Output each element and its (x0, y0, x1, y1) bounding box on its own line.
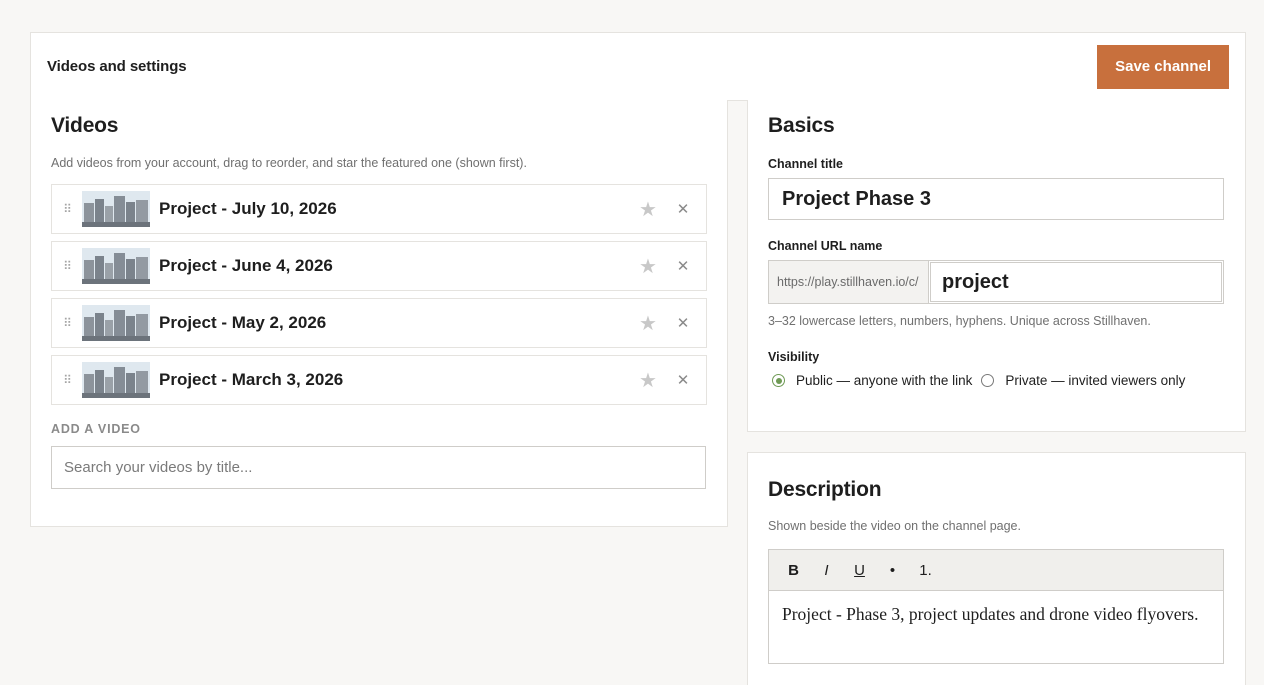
drag-handle-icon[interactable]: ⠿ (52, 259, 82, 273)
video-list: ⠿ Project - July 10, 2026 ★ ✕ ⠿ Project … (51, 184, 707, 405)
visibility-public-label[interactable]: Public — anyone with the link (796, 373, 972, 388)
video-thumbnail (82, 248, 150, 284)
video-thumbnail (82, 191, 150, 227)
basics-card: Basics Channel title Channel URL name ht… (747, 100, 1246, 432)
visibility-public-radio[interactable] (772, 374, 785, 387)
numbered-list-button[interactable]: 1. (909, 562, 942, 579)
header-title: Videos and settings (47, 58, 187, 75)
channel-title-input[interactable] (768, 178, 1224, 220)
video-title: Project - May 2, 2026 (159, 313, 327, 332)
bullet-list-button[interactable]: • (876, 562, 909, 579)
page-header: Videos and settings Save channel (30, 32, 1246, 101)
video-thumbnail (82, 305, 150, 341)
video-title: Project - June 4, 2026 (159, 256, 333, 275)
underline-button[interactable]: U (843, 562, 876, 579)
visibility-private-radio[interactable] (981, 374, 995, 387)
drag-handle-icon[interactable]: ⠿ (52, 202, 82, 216)
visibility-private-label[interactable]: Private — invited viewers only (1005, 373, 1185, 388)
save-channel-button[interactable]: Save channel (1097, 44, 1229, 89)
remove-video-icon[interactable]: ✕ (673, 314, 693, 332)
videos-title: Videos (51, 114, 119, 137)
video-row[interactable]: ⠿ Project - March 3, 2026 ★ ✕ (51, 355, 707, 405)
visibility-label: Visibility (768, 350, 820, 364)
url-prefix: https://play.stillhaven.io/c/ (769, 261, 929, 303)
channel-url-field: https://play.stillhaven.io/c/ (768, 260, 1224, 304)
description-card: Description Shown beside the video on th… (747, 452, 1246, 685)
channel-title-label: Channel title (768, 157, 844, 171)
video-row[interactable]: ⠿ Project - May 2, 2026 ★ ✕ (51, 298, 707, 348)
video-search-input[interactable] (51, 446, 706, 489)
feature-star-icon[interactable]: ★ (637, 197, 659, 222)
feature-star-icon[interactable]: ★ (637, 254, 659, 279)
video-thumbnail (82, 362, 150, 398)
video-row[interactable]: ⠿ Project - June 4, 2026 ★ ✕ (51, 241, 707, 291)
remove-video-icon[interactable]: ✕ (673, 371, 693, 389)
description-textarea[interactable]: Project - Phase 3, project updates and d… (769, 591, 1223, 663)
channel-url-input[interactable] (930, 262, 1222, 302)
bold-button[interactable]: B (777, 562, 810, 579)
description-hint: Shown beside the video on the channel pa… (768, 519, 1021, 533)
drag-handle-icon[interactable]: ⠿ (52, 373, 82, 387)
video-title: Project - March 3, 2026 (159, 370, 344, 389)
remove-video-icon[interactable]: ✕ (673, 257, 693, 275)
feature-star-icon[interactable]: ★ (637, 311, 659, 336)
remove-video-icon[interactable]: ✕ (673, 200, 693, 218)
video-row[interactable]: ⠿ Project - July 10, 2026 ★ ✕ (51, 184, 707, 234)
channel-url-label: Channel URL name (768, 239, 883, 253)
add-video-label: ADD A VIDEO (51, 422, 141, 436)
description-editor: B I U • 1. Project - Phase 3, project up… (768, 549, 1224, 664)
video-title: Project - July 10, 2026 (159, 199, 337, 218)
editor-toolbar: B I U • 1. (769, 550, 1223, 591)
visibility-radio-group: Public — anyone with the link Private — … (768, 373, 1225, 388)
videos-card: Videos Add videos from your account, dra… (30, 100, 728, 527)
url-hint: 3–32 lowercase letters, numbers, hyphens… (768, 314, 1151, 328)
videos-hint: Add videos from your account, drag to re… (51, 156, 527, 170)
italic-button[interactable]: I (810, 562, 843, 579)
feature-star-icon[interactable]: ★ (637, 368, 659, 393)
drag-handle-icon[interactable]: ⠿ (52, 316, 82, 330)
description-title: Description (768, 478, 882, 501)
basics-title: Basics (768, 114, 835, 137)
